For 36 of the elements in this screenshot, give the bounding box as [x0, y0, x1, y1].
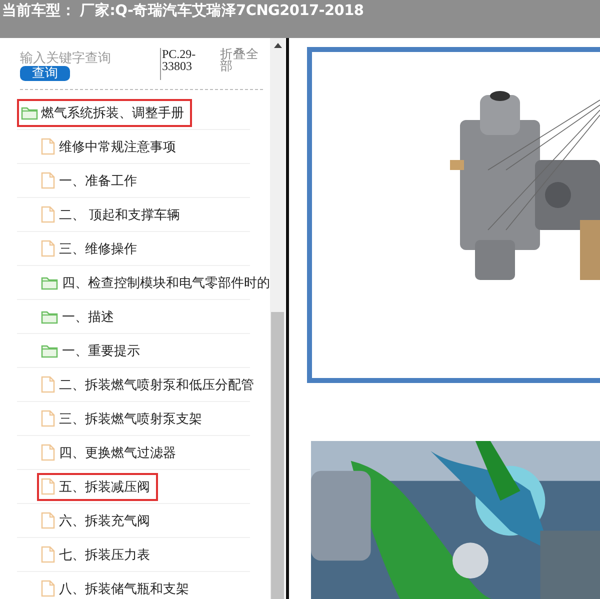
document-icon: [41, 444, 55, 461]
tree-item[interactable]: 六、拆装充气阀: [37, 506, 158, 534]
tree-item[interactable]: 七、拆装压力表: [37, 540, 158, 568]
document-icon: [41, 206, 55, 223]
tree-item[interactable]: 一、描述: [37, 302, 122, 330]
folder-icon: [41, 310, 58, 324]
tree-item[interactable]: 二、 顶起和支撑车辆: [37, 200, 188, 228]
search-button[interactable]: 查询: [20, 66, 70, 81]
folder-icon: [21, 106, 38, 120]
scrollbar[interactable]: [270, 38, 285, 599]
tree-item[interactable]: 二、拆装燃气喷射泵和低压分配管: [37, 370, 262, 398]
document-icon: [41, 410, 55, 427]
document-icon: [41, 172, 55, 189]
tree-item[interactable]: 四、检查控制模块和电气零部件时的: [37, 268, 270, 296]
code-label: PC.29-33803: [160, 48, 214, 80]
folder-icon: [41, 344, 58, 358]
document-icon: [41, 138, 55, 155]
tree-item[interactable]: 维修中常规注意事项: [37, 132, 184, 160]
tree-item[interactable]: 燃气系统拆装、调整手册: [17, 98, 192, 126]
document-icon: [41, 240, 55, 257]
tree-item[interactable]: 八、拆装储气瓶和支架: [37, 574, 197, 599]
document-icon: [41, 376, 55, 393]
scroll-up-icon[interactable]: [274, 42, 282, 48]
tree-item[interactable]: 四、更换燃气过滤器: [37, 438, 184, 466]
tree-item[interactable]: 一、准备工作: [37, 166, 145, 194]
tree-item[interactable]: 一、重要提示: [37, 336, 148, 364]
tree-item[interactable]: 三、维修操作: [37, 234, 145, 262]
document-icon: [41, 478, 55, 495]
collapse-all-link[interactable]: 折叠全部: [220, 48, 260, 81]
tree-item[interactable]: 三、拆装燃气喷射泵支架: [37, 404, 210, 432]
window-title: 当前车型： 厂家:Q-奇瑞汽车艾瑞泽7CNG2017-2018: [2, 1, 364, 20]
scroll-thumb[interactable]: [271, 312, 284, 599]
folder-icon: [41, 276, 58, 290]
tree-item[interactable]: 五、拆装减压阀: [37, 472, 158, 500]
document-icon: [41, 546, 55, 563]
document-icon: [41, 512, 55, 529]
